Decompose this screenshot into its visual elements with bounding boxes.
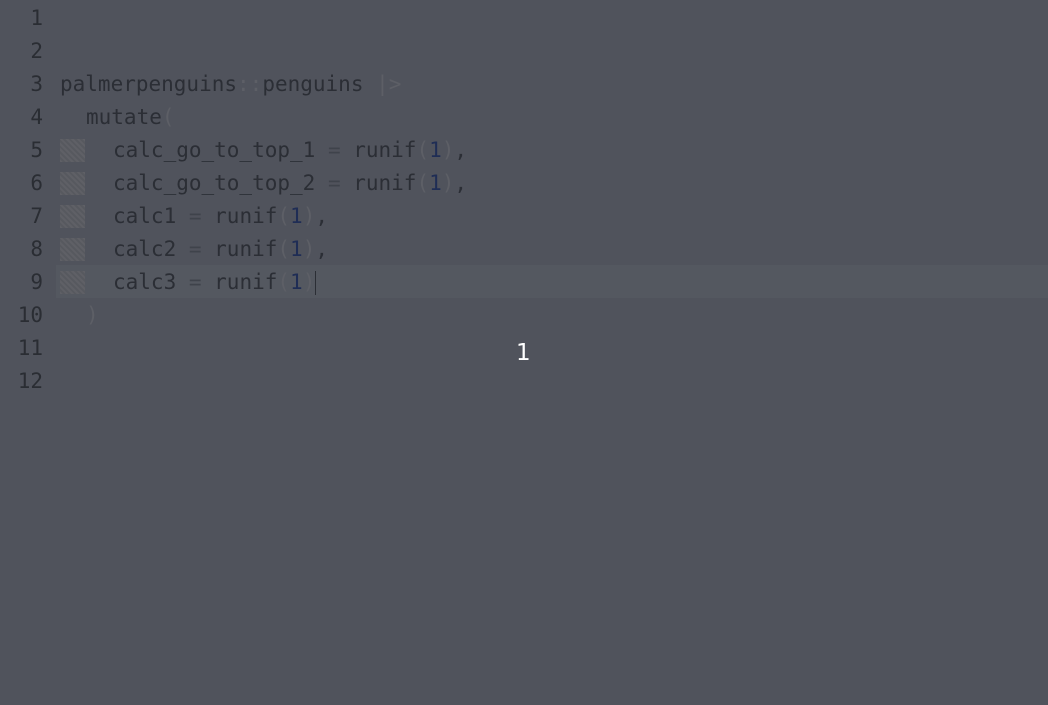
comma: , [454,138,468,162]
code-line-6[interactable]: calc_go_to_top_2 = runif(1), [60,167,1048,200]
code-editor[interactable]: 1 2 3 4 5 6 7 8 9 10 11 12 palmerpenguin… [0,0,1048,705]
comma: , [315,204,328,228]
open-paren: ( [277,270,291,294]
assign-operator: = [176,237,215,261]
text-cursor [315,271,317,295]
line-number: 5 [30,138,43,162]
line-number: 6 [30,171,43,195]
open-paren: ( [416,138,430,162]
variable-name: calc3 [113,270,177,294]
code-line-8[interactable]: calc2 = runif(1), [60,233,1048,266]
close-paren: ) [302,204,316,228]
close-paren: ) [441,138,455,162]
variable-name: calc2 [113,237,177,261]
code-line-5[interactable]: calc_go_to_top_1 = runif(1), [60,134,1048,167]
line-number: 10 [17,303,43,327]
variable-name: calc_go_to_top_1 [113,138,316,162]
close-paren: ) [86,303,99,327]
open-paren: ( [161,105,175,129]
close-paren: ) [441,171,455,195]
line-number: 9 [30,270,43,294]
number-literal: 1 [429,171,442,195]
number-literal: 1 [290,204,303,228]
code-line-7[interactable]: calc1 = runif(1), [60,200,1048,233]
assign-operator: = [176,204,215,228]
dataset-name: penguins [262,72,364,96]
line-number: 7 [30,204,43,228]
open-paren: ( [416,171,430,195]
function-name: runif [214,204,278,228]
code-line-4[interactable]: mutate( [60,101,1048,134]
line-number: 2 [30,39,43,63]
namespace-operator: :: [237,72,263,96]
close-paren: ) [302,270,316,294]
assign-operator: = [315,138,354,162]
variable-name: calc_go_to_top_2 [113,171,316,195]
line-number: 4 [30,105,43,129]
line-number-gutter: 1 2 3 4 5 6 7 8 9 10 11 12 [0,0,56,705]
assign-operator: = [176,270,215,294]
line-number: 8 [30,237,43,261]
function-name: runif [353,138,417,162]
overlay-number: 1 [516,340,531,366]
variable-name: calc1 [113,204,177,228]
open-paren: ( [277,237,291,261]
line-number: 12 [17,369,43,393]
code-line-9[interactable]: calc3 = runif(1) [60,266,1048,299]
line-number: 1 [30,6,43,30]
open-paren: ( [277,204,291,228]
function-name: runif [214,237,278,261]
function-name: mutate [86,105,162,129]
number-literal: 1 [290,237,303,261]
comma: , [454,171,468,195]
assign-operator: = [315,171,354,195]
line-number: 3 [30,72,43,96]
line-number: 11 [17,336,43,360]
function-name: runif [353,171,417,195]
number-literal: 1 [429,138,442,162]
package-name: palmerpenguins [60,72,238,96]
pipe-operator: |> [363,72,402,96]
comma: , [315,237,328,261]
number-literal: 1 [290,270,303,294]
function-name: runif [214,270,278,294]
code-line-3[interactable]: palmerpenguins::penguins |> [60,68,1048,101]
close-paren: ) [302,237,316,261]
code-line-10[interactable]: ) [60,299,1048,332]
